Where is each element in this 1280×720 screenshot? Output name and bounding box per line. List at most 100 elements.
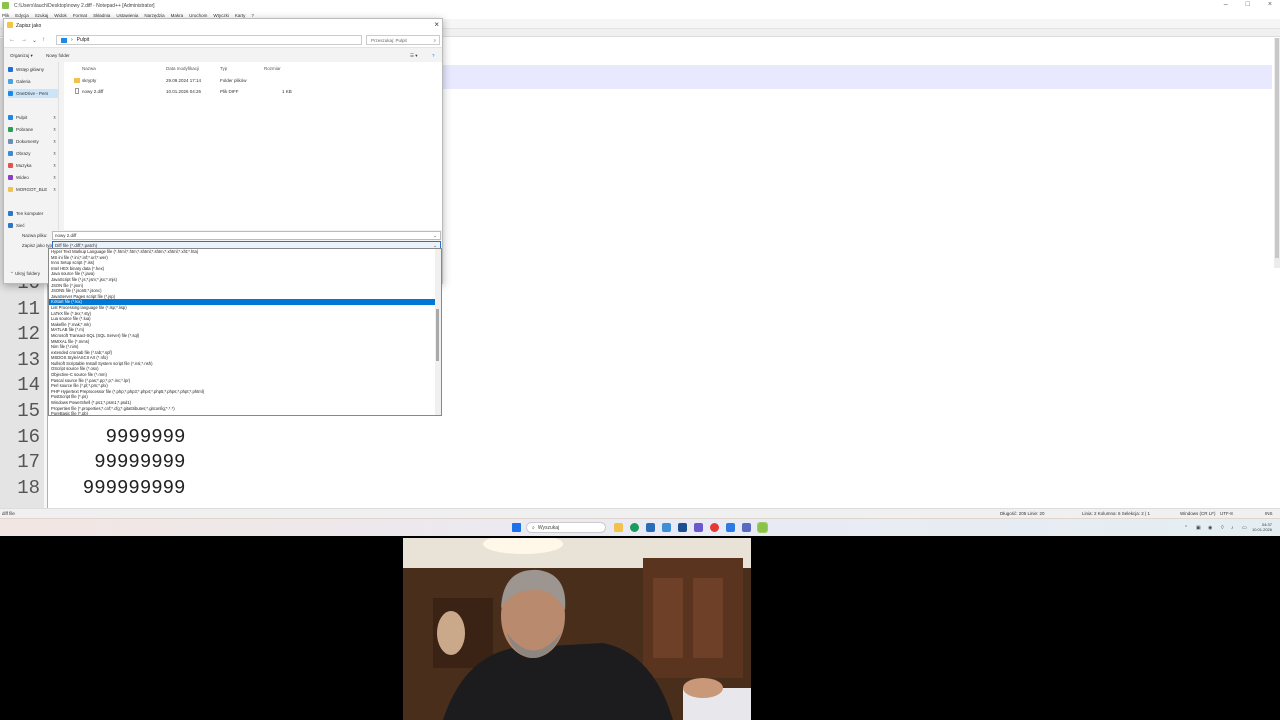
wifi-icon[interactable]: ⌔ [1220,525,1225,531]
nav-item-label: Dokumenty [16,139,39,144]
file-row[interactable]: nowy 2.diff 10.01.2026 04:26 Plik DIFF 1 KB [70,87,430,96]
menu-item[interactable]: ? [251,13,254,18]
line-number: 11 [17,297,40,320]
menu-item[interactable]: Narzędzia [144,13,164,18]
battery-icon[interactable]: ▭ [1242,525,1247,531]
filename-input[interactable]: nowy 2.diff ⌄ [52,231,441,240]
app-icon-7[interactable] [710,523,719,532]
folder-icon [74,78,80,83]
menu-item[interactable]: Widok [54,13,67,18]
nav-item-icon [8,115,13,120]
dropdown-option[interactable]: PureBasic file (*.pb) [49,411,435,415]
menu-item[interactable]: Format [73,13,87,18]
nav-item[interactable]: Sieć [8,221,58,230]
forward-arrow-icon[interactable]: → [21,37,27,43]
scrollbar-thumb[interactable] [1275,38,1279,258]
column-header-size[interactable]: Rozmiar [264,66,281,71]
help-icon[interactable]: ? [432,53,435,58]
app-icon-8[interactable] [726,523,735,532]
nav-item-label: OneDrive - Pers [16,91,49,96]
column-header-type[interactable]: Typ [220,66,227,71]
line-text: 999999999 [60,476,186,499]
nav-item[interactable]: Dokumenty ⊼ [8,137,58,146]
file-type: Folder plików [220,78,247,83]
nav-item-icon [8,127,13,132]
chevron-down-icon[interactable]: ⌄ [433,233,437,239]
app-icon-6[interactable] [694,523,703,532]
nav-item[interactable]: Wideo ⊼ [8,173,58,182]
nav-item[interactable]: Obrazy ⊼ [8,149,58,158]
taskbar-clock[interactable]: 04:37 10.01.2026 [1252,522,1272,532]
maximize-button[interactable]: □ [1246,1,1250,8]
nav-item[interactable]: MORGOT_BLE ⊼ [8,185,58,194]
edge-browser-icon[interactable] [630,523,639,532]
file-name: nowy 2.diff [82,89,104,94]
navigation-pane: Wstęp główny Galeria OneDrive - Pers Pulpit… [4,62,59,230]
mail-icon[interactable] [662,523,671,532]
app-icon-9[interactable] [742,523,751,532]
back-arrow-icon[interactable]: ← [9,37,15,43]
nav-item-label: Wideo [16,175,29,180]
recent-chevron-icon[interactable]: ⌄ [32,37,37,44]
new-folder-button[interactable]: Nowy folder [46,53,70,58]
minimize-button[interactable]: – [1224,1,1228,8]
taskbar-search[interactable]: ⌕ Wyszukaj [526,522,606,533]
file-size: 1 KB [282,89,292,94]
status-bar: diff file Długość: 205 Linie: 20 Linia: … [0,508,1280,518]
webcam-overlay [403,538,751,720]
nav-item[interactable]: Galeria [8,77,58,86]
menu-item[interactable]: Wtyczki [213,13,229,18]
close-button[interactable]: × [1268,1,1272,8]
tray-chevron-icon[interactable]: ⌃ [1184,525,1188,531]
menu-item[interactable]: Ustawienia [116,13,138,18]
hide-folders-button[interactable]: ⌃ Ukryj foldery [10,271,40,277]
dialog-search-input[interactable]: Przeszukaj: Pulpit ⌕ [366,35,440,45]
view-options-icon[interactable]: ☰ ▾ [410,53,418,59]
dialog-close-icon[interactable]: × [434,20,439,29]
nav-item[interactable]: OneDrive - Pers [8,89,58,98]
editor-vertical-scrollbar[interactable] [1274,38,1280,268]
nav-item[interactable]: Pobrane ⊼ [8,125,58,134]
hide-folders-label: Ukryj foldery [15,271,41,276]
status-length: Długość: 205 Linie: 20 [1000,511,1045,516]
window-titlebar: C:\Users\lauch\Desktop\nowy 2.diff - Not… [0,0,1280,11]
menu-item[interactable]: Karty [235,13,246,18]
nav-item-label: Obrazy [16,151,31,156]
file-type: Plik DIFF [220,89,239,94]
menu-item[interactable]: Makra [171,13,184,18]
filetype-dropdown-list[interactable]: Hyper Text Markup Language file (*.html;… [48,248,442,416]
notepad-taskbar-icon[interactable] [757,522,768,533]
tray-icon-1[interactable]: ▣ [1196,525,1201,531]
nav-item[interactable]: Ten komputer [8,209,58,218]
tray-icon-2[interactable]: ◉ [1208,525,1212,531]
menu-item[interactable]: Składnia [93,13,110,18]
file-explorer-icon[interactable] [614,523,623,532]
menu-item[interactable]: Uruchom [189,13,207,18]
column-header-name[interactable]: Nazwa [82,66,96,71]
nav-item-label: Wstęp główny [16,67,45,72]
dropdown-scrollbar[interactable] [435,249,441,415]
nav-item[interactable]: Wstęp główny [8,65,58,74]
up-arrow-icon[interactable]: ↑ [42,37,45,43]
breadcrumb-pulpit[interactable]: Pulpit [77,37,90,43]
status-filetype: diff file [2,511,15,516]
menu-item[interactable]: Plik [2,13,9,18]
filename-row: Nazwa pliku: nowy 2.diff ⌄ [4,231,442,241]
filename-value: nowy 2.diff [55,233,77,238]
dropdown-scroll-thumb[interactable] [436,309,439,361]
volume-icon[interactable]: ♪ [1231,525,1234,531]
nav-item-label: Ten komputer [16,211,44,216]
organize-button[interactable]: Organizuj ▾ [10,53,33,59]
column-header-date[interactable]: Data modyfikacji [166,66,199,71]
menu-item[interactable]: Szukaj [35,13,49,18]
nav-item[interactable]: Pulpit ⊼ [8,113,58,122]
nav-item[interactable]: Muzyka ⊼ [8,161,58,170]
nav-item-icon [8,187,13,192]
nav-item-label: Pobrane [16,127,34,132]
menu-item[interactable]: Edycja [15,13,29,18]
store-icon[interactable] [646,523,655,532]
windows-start-icon[interactable] [512,523,521,532]
app-icon-5[interactable] [678,523,687,532]
address-bar[interactable]: › Pulpit [56,35,362,45]
file-row[interactable]: skrypty 29.09.2024 17:14 Folder plików [70,76,430,85]
